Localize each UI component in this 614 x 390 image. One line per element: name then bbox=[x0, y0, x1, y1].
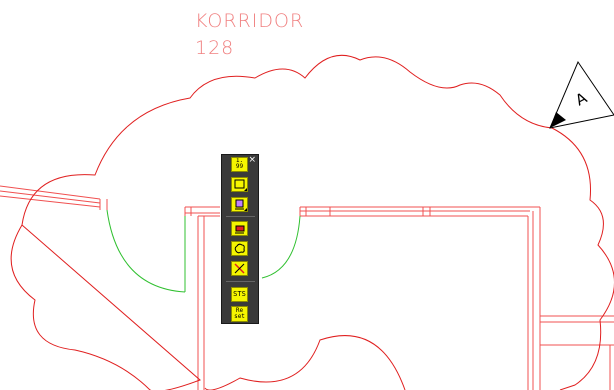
erase-cross-tool-button[interactable] bbox=[231, 261, 248, 276]
toolbar-separator bbox=[226, 281, 255, 282]
red-block-icon bbox=[235, 225, 245, 234]
drawing-canvas[interactable] bbox=[0, 0, 614, 390]
red-block-tool-button[interactable] bbox=[231, 221, 248, 236]
sts-tool-label: STS bbox=[233, 290, 246, 298]
cloud-tool-button[interactable] bbox=[231, 241, 248, 256]
reset-tool-button[interactable]: Re set bbox=[231, 306, 248, 322]
revision-cloud bbox=[10, 54, 614, 390]
numbering-tool-label: 1. 99 bbox=[235, 157, 244, 170]
layer-stack-tool-button[interactable] bbox=[231, 197, 248, 212]
rectangle-icon bbox=[234, 179, 247, 191]
erase-cross-icon bbox=[234, 263, 245, 274]
walls bbox=[0, 185, 614, 390]
sts-tool-button[interactable]: STS bbox=[231, 287, 248, 302]
numbering-tool-button[interactable]: 1. 99 bbox=[231, 157, 248, 172]
room-name-label: KORRIDOR bbox=[195, 10, 305, 32]
cloud-icon bbox=[234, 243, 245, 254]
toolbar-separator bbox=[226, 216, 255, 217]
rectangle-tool-button[interactable] bbox=[231, 177, 248, 192]
room-number-label: 128 bbox=[195, 37, 235, 59]
close-icon[interactable]: × bbox=[248, 155, 256, 165]
layer-stack-icon bbox=[235, 199, 247, 211]
reset-tool-label: Re set bbox=[234, 307, 245, 320]
floating-toolbar[interactable]: × 1. 99 STS Re set bbox=[221, 154, 259, 324]
